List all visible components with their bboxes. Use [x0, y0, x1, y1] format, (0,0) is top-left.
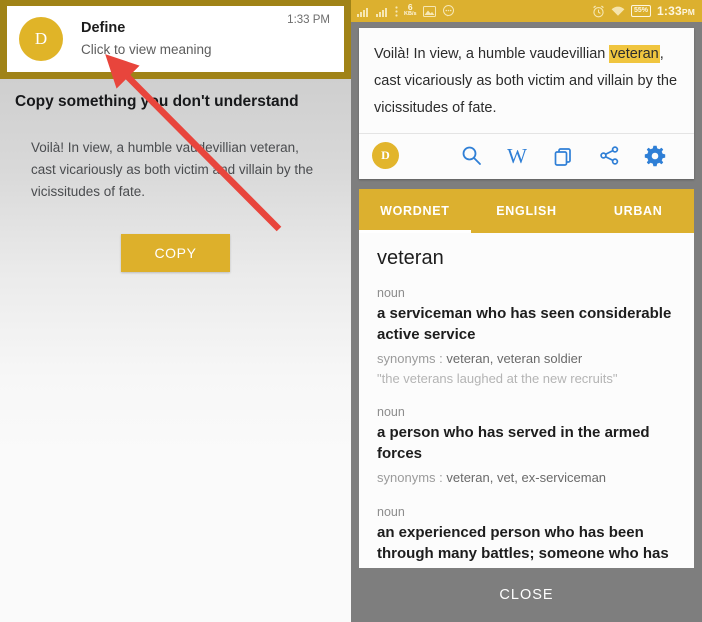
dictionary-tabs: WORDNET ENGLISH URBAN	[359, 189, 694, 233]
action-toolbar: D W	[359, 133, 694, 179]
synonyms-values: veteran, vet, ex-serviceman	[446, 470, 607, 485]
status-bar-left: 6 KB/s	[357, 2, 455, 18]
tab-wordnet[interactable]: WORDNET	[359, 189, 471, 233]
gear-icon[interactable]	[632, 145, 678, 167]
copy-button[interactable]: COPY	[121, 234, 230, 272]
chat-bubble-icon	[442, 5, 455, 17]
synonyms-label: synonyms :	[377, 351, 447, 366]
close-button[interactable]: CLOSE	[351, 568, 702, 622]
notification-time: 1:33 PM	[287, 14, 330, 26]
tab-urban[interactable]: URBAN	[582, 189, 694, 233]
sentence-before: Voilà! In view, a humble vaudevillian	[374, 46, 610, 62]
status-bar-clock: 1:33PM	[657, 4, 695, 18]
alarm-clock-icon	[592, 4, 605, 18]
status-bar: 6 KB/s 55% 1:33PM	[351, 0, 702, 22]
signal-bars-icon	[376, 6, 389, 17]
copy-icon[interactable]	[540, 145, 586, 166]
sample-paragraph: Voilà! In view, a humble vaudevillian ve…	[31, 140, 314, 199]
usage-example: "the veterans laughed at the new recruit…	[377, 371, 618, 386]
headword: veteran	[377, 247, 444, 269]
search-icon[interactable]	[448, 145, 494, 166]
wikipedia-glyph: W	[507, 143, 527, 168]
overlay-content: Voilà! In view, a humble vaudevillian ve…	[351, 28, 702, 586]
right-panel: 6 KB/s 55% 1:33PM Voilà! In view, a humb…	[351, 0, 702, 622]
clock-meridiem: PM	[681, 7, 695, 17]
copy-button-row: COPY	[0, 234, 351, 272]
share-icon[interactable]	[586, 145, 632, 166]
notification-subtitle: Click to view meaning	[81, 42, 212, 57]
synonyms-line: synonyms : veteran, veteran soldier	[377, 349, 680, 369]
part-of-speech: noun	[377, 405, 405, 419]
tab-english[interactable]: ENGLISH	[471, 189, 583, 233]
source-sentence-card: Voilà! In view, a humble vaudevillian ve…	[359, 28, 694, 179]
data-rate-indicator: 6 KB/s	[404, 2, 417, 18]
definition-gloss: a serviceman who has seen considerable a…	[377, 305, 672, 343]
synonyms-values: veteran, veteran soldier	[446, 351, 583, 366]
synonyms-label: synonyms :	[377, 470, 447, 485]
left-panel: D Define Click to view meaning 1:33 PM C…	[0, 0, 351, 622]
image-icon	[422, 5, 436, 17]
screenshot-root: D Define Click to view meaning 1:33 PM C…	[0, 0, 702, 622]
notification-title: Define	[81, 20, 126, 36]
part-of-speech: noun	[377, 505, 405, 519]
signal-bars-icon	[357, 6, 370, 17]
highlighted-word: veteran	[609, 45, 660, 63]
data-rate-value: 6	[407, 2, 413, 12]
notification-texts: Define Click to view meaning	[81, 19, 287, 59]
clock-time: 1:33	[657, 4, 682, 18]
app-avatar: D	[372, 142, 399, 169]
page-title: Copy something you don't understand	[15, 93, 299, 110]
battery-indicator: 55%	[631, 5, 652, 17]
definition-sense: noun a serviceman who has seen considera…	[377, 284, 680, 388]
definition-gloss: a person who has served in the armed for…	[377, 424, 650, 462]
definition-list: veteran noun a serviceman who has seen c…	[359, 233, 694, 586]
synonyms-line: synonyms : veteran, vet, ex-serviceman	[377, 468, 680, 488]
definition-sense: noun a person who has served in the arme…	[377, 403, 680, 488]
define-notification[interactable]: D Define Click to view meaning 1:33 PM	[7, 6, 344, 72]
data-rate-unit: KB/s	[404, 11, 417, 17]
definition-results[interactable]: veteran noun a serviceman who has seen c…	[359, 233, 694, 586]
part-of-speech: noun	[377, 286, 405, 300]
source-sentence: Voilà! In view, a humble vaudevillian ve…	[359, 28, 694, 133]
more-vertical-icon	[395, 5, 398, 17]
notification-frame: D Define Click to view meaning 1:33 PM	[0, 0, 351, 79]
wifi-icon	[611, 6, 625, 17]
status-bar-right: 55% 1:33PM	[592, 4, 695, 18]
app-body: Copy something you don't understand Voil…	[0, 79, 351, 622]
wikipedia-icon[interactable]: W	[494, 145, 540, 167]
avatar: D	[19, 17, 63, 61]
